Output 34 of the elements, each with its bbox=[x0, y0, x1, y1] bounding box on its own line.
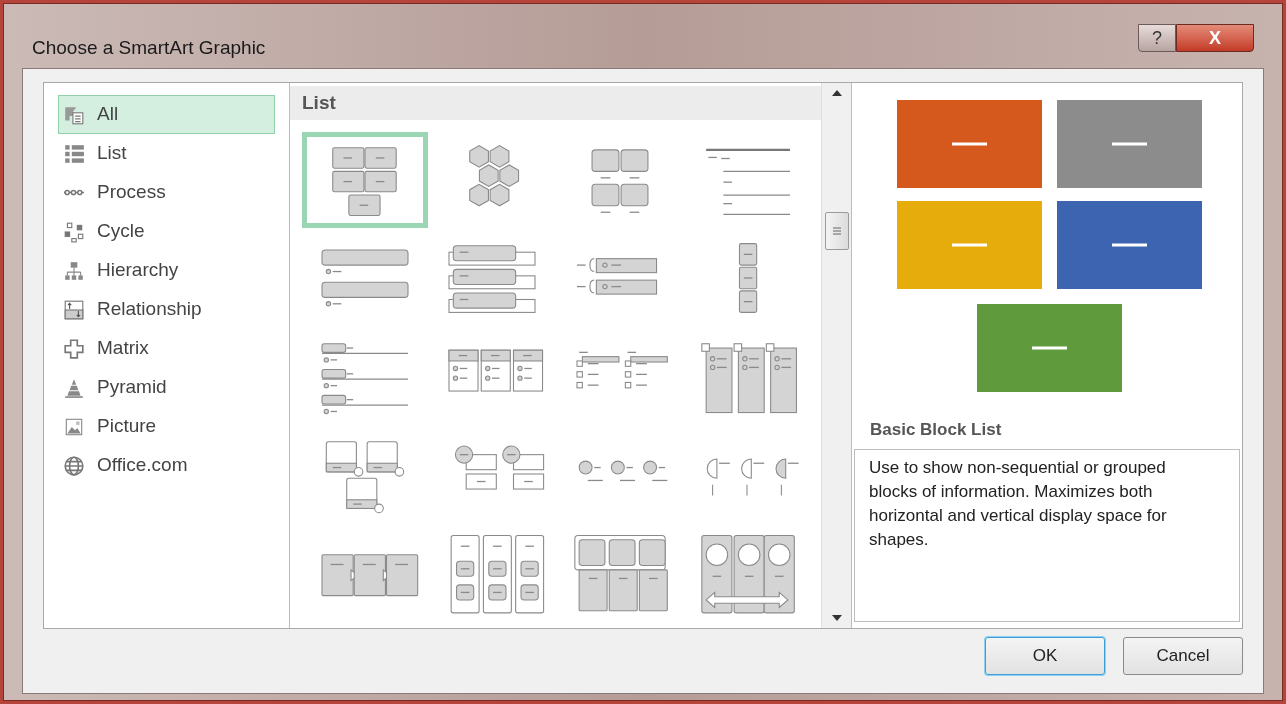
scrollbar[interactable] bbox=[821, 83, 851, 628]
cycle-icon bbox=[63, 220, 85, 243]
placeholder-line bbox=[952, 142, 987, 146]
scroll-down-icon[interactable] bbox=[830, 614, 843, 622]
relationship-icon bbox=[63, 298, 85, 321]
placeholder-line bbox=[1112, 142, 1147, 146]
scroll-up-icon[interactable] bbox=[830, 89, 843, 97]
category-item[interactable]: Pyramid bbox=[58, 368, 275, 407]
window-title: Choose a SmartArt Graphic bbox=[32, 36, 266, 60]
scroll-thumb[interactable] bbox=[824, 211, 849, 250]
category-item[interactable]: Office.com bbox=[58, 446, 275, 485]
layout-thumbnail[interactable] bbox=[302, 132, 428, 228]
category-item[interactable]: Process bbox=[58, 173, 275, 212]
category-item[interactable]: Hierarchy bbox=[58, 251, 275, 290]
category-item[interactable]: Matrix bbox=[58, 329, 275, 368]
cancel-button[interactable]: Cancel bbox=[1123, 637, 1243, 675]
hierarchy-icon bbox=[63, 259, 85, 282]
placeholder-line bbox=[952, 243, 987, 247]
matrix-icon bbox=[63, 337, 85, 360]
category-item[interactable]: List bbox=[58, 134, 275, 173]
category-item[interactable]: Cycle bbox=[58, 212, 275, 251]
category-item[interactable]: Picture bbox=[58, 407, 275, 446]
category-item[interactable]: All bbox=[58, 95, 275, 134]
placeholder-line bbox=[1032, 346, 1067, 350]
layout-description: Use to show non-sequential or grouped blocks of information. Maximizes both horizontal and vertical display space for shapes. bbox=[854, 448, 1240, 622]
help-button[interactable]: ? bbox=[1138, 24, 1176, 52]
category-item[interactable]: Relationship bbox=[58, 290, 275, 329]
ok-button[interactable]: OK bbox=[985, 637, 1105, 675]
process-icon bbox=[63, 188, 85, 197]
list-icon bbox=[63, 142, 85, 165]
placeholder-line bbox=[1112, 243, 1147, 247]
gallery-heading: List bbox=[290, 86, 821, 120]
close-button[interactable]: X bbox=[1176, 24, 1254, 52]
layout-title: Basic Block List bbox=[870, 419, 1003, 441]
